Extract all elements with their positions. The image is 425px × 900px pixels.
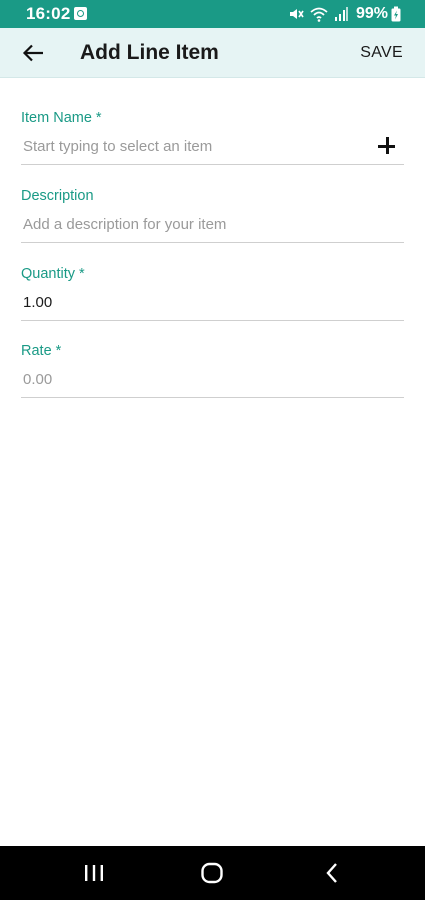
mute-icon [288,6,304,22]
status-time: 16:02 [26,4,71,23]
quantity-input[interactable]: 1.00 [23,294,373,311]
home-button[interactable] [187,854,237,892]
plus-icon[interactable] [376,135,398,157]
description-input[interactable]: Add a description for your item [23,216,373,233]
battery-charging-icon [391,6,401,22]
system-nav-bar [0,846,425,900]
back-icon [326,863,337,883]
recent-apps-button[interactable] [69,854,119,892]
description-label: Description [21,188,94,204]
quantity-underline [21,320,404,321]
page-title: Add Line Item [80,41,219,64]
recent-apps-icon [85,865,103,881]
arrow-left-icon [22,44,43,62]
item-name-label: Item Name * [21,110,102,126]
item-name-input[interactable]: Start typing to select an item [23,138,373,155]
app-bar: Add Line Item SAVE [0,28,425,78]
wifi-icon [310,6,328,22]
rate-underline [21,397,404,398]
rate-label: Rate * [21,343,62,359]
home-icon [201,862,223,884]
signal-icon [334,6,348,22]
notification-icon [74,7,87,20]
status-bar: 16:02 99% [0,0,425,28]
save-button[interactable]: SAVE [360,44,403,62]
back-button[interactable] [12,31,56,75]
quantity-label: Quantity * [21,266,85,282]
battery-percent: 99% [355,5,388,22]
item-name-underline [21,164,404,165]
system-back-button[interactable] [307,854,357,892]
rate-input[interactable]: 0.00 [23,371,373,388]
status-indicators: 99% [288,4,401,24]
description-underline [21,242,404,243]
